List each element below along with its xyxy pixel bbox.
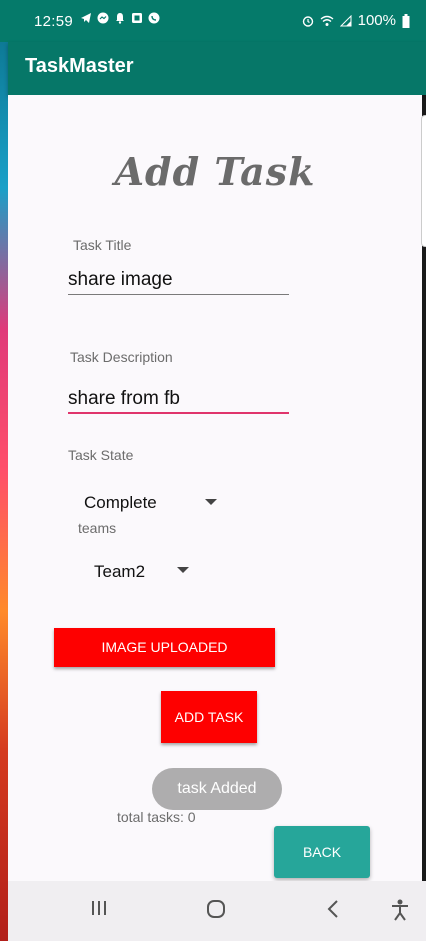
telegram-icon (81, 13, 91, 23)
add-task-button[interactable]: ADD TASK (161, 691, 257, 743)
back-button[interactable]: BACK (274, 826, 370, 878)
task-title-label: Task Title (73, 237, 132, 253)
battery-icon (402, 13, 410, 28)
recent-apps-icon[interactable] (90, 899, 108, 917)
accessibility-icon[interactable] (390, 899, 410, 921)
task-state-spinner[interactable]: Complete (78, 485, 228, 515)
page-title: Add Task (114, 149, 316, 194)
task-description-label: Task Description (70, 349, 173, 365)
chevron-down-icon (177, 567, 189, 573)
app-title: TaskMaster (25, 55, 134, 77)
wifi-icon (320, 15, 334, 26)
square-app-icon (132, 13, 142, 23)
battery-percent: 100% (357, 12, 396, 29)
signal-icon (339, 14, 352, 26)
status-bar: 12:59 100% (0, 0, 426, 42)
total-tasks-text: total tasks: 0 (117, 809, 196, 825)
back-nav-icon[interactable] (326, 899, 340, 919)
system-icons: 100% (302, 12, 410, 29)
alarm-icon (302, 15, 313, 27)
messenger-icon (97, 12, 109, 24)
edge-panel-handle[interactable] (421, 115, 426, 247)
wallpaper-edge (0, 0, 8, 941)
team-value: Team2 (94, 562, 146, 581)
status-time: 12:59 (34, 13, 74, 30)
task-title-underline (68, 294, 289, 295)
task-description-underline (68, 412, 289, 414)
task-state-label: Task State (68, 447, 134, 463)
teams-label: teams (78, 520, 117, 536)
system-navigation-bar (8, 881, 426, 941)
whatsapp-icon (148, 12, 160, 24)
notification-icons (80, 12, 160, 24)
image-uploaded-button[interactable]: IMAGE UPLOADED (54, 628, 275, 667)
team-spinner[interactable]: Team2 (88, 553, 208, 583)
home-icon[interactable] (206, 899, 226, 919)
task-title-input[interactable]: share image (68, 269, 173, 291)
notification-bell-icon (116, 13, 124, 24)
task-state-value: Complete (84, 493, 157, 512)
add-task-screen: Add Task Task Title share image Task Des… (8, 95, 422, 881)
toast-message: task Added (152, 768, 282, 810)
chevron-down-icon (205, 499, 217, 505)
app-bar: TaskMaster (8, 42, 426, 95)
task-description-input[interactable]: share from fb (68, 388, 180, 410)
